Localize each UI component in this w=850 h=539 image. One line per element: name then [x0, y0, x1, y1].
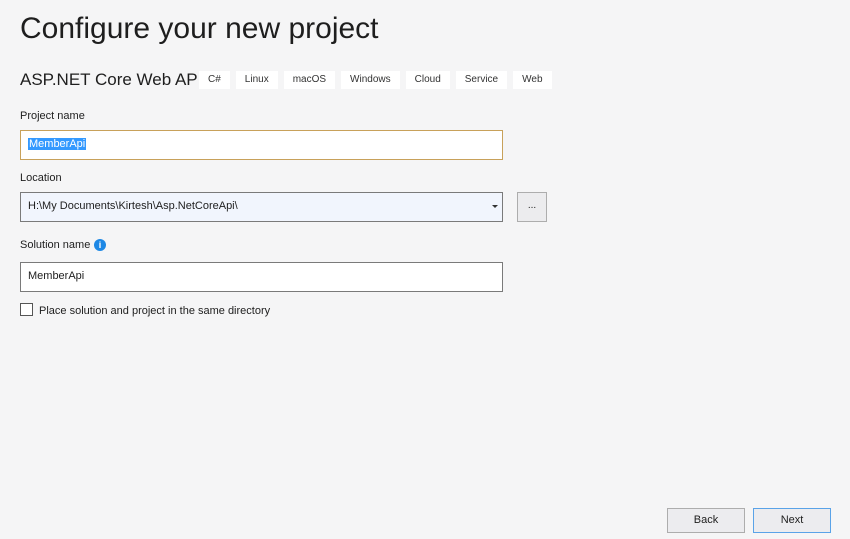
tag: macOS [283, 71, 336, 89]
info-icon[interactable]: i [94, 239, 106, 251]
template-name: ASP.NET Core Web API [20, 70, 203, 89]
tag: Linux [235, 71, 278, 89]
same-directory-label[interactable]: Place solution and project in the same d… [39, 305, 270, 317]
project-name-label: Project name [20, 110, 85, 122]
tag: Service [455, 71, 508, 89]
location-combobox[interactable]: H:\My Documents\Kirtesh\Asp.NetCoreApi\ [20, 192, 503, 222]
next-button[interactable]: Next [753, 508, 831, 533]
tag: Windows [341, 71, 400, 89]
tag: Web [513, 71, 552, 89]
browse-button[interactable]: ... [517, 192, 547, 222]
project-name-input[interactable]: MemberApi [20, 130, 503, 160]
solution-name-label: Solution name [20, 239, 91, 251]
project-name-value: MemberApi [28, 138, 87, 150]
template-tags: C# Linux macOS Windows Cloud Service Web [199, 71, 552, 89]
tag: Cloud [405, 71, 450, 89]
solution-name-input[interactable]: MemberApi [20, 262, 503, 292]
location-value: H:\My Documents\Kirtesh\Asp.NetCoreApi\ [28, 200, 238, 212]
back-button[interactable]: Back [667, 508, 745, 533]
same-directory-checkbox[interactable] [20, 303, 33, 316]
tag: C# [199, 71, 230, 89]
solution-name-value: MemberApi [28, 270, 85, 282]
page-title: Configure your new project [20, 12, 379, 45]
chevron-down-icon[interactable] [492, 205, 498, 208]
location-label: Location [20, 172, 62, 184]
